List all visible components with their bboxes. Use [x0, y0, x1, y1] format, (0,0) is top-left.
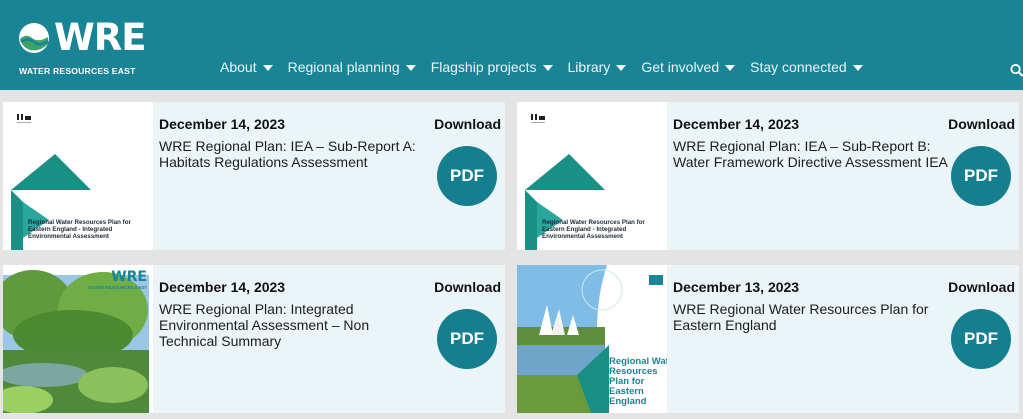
pdf-download-button[interactable]: PDF	[951, 146, 1011, 206]
nav-label: About	[220, 59, 257, 75]
chevron-down-icon	[616, 64, 627, 71]
nav-about[interactable]: About	[220, 59, 273, 75]
report-cover-thumbnail[interactable]: WRE WATER RESOURCES EAST	[3, 265, 153, 413]
document-card: Regional Water Resources Plan for Easter…	[3, 102, 505, 250]
nav-label: Stay connected	[750, 59, 847, 75]
cover-title: Regional Water Resources Plan for Easter…	[542, 219, 645, 240]
document-title[interactable]: WRE Regional Water Resources Plan for Ea…	[673, 301, 943, 333]
water-drop-logo-icon	[19, 23, 49, 53]
download-label: Download	[948, 116, 1015, 132]
nav-library[interactable]: Library	[568, 59, 627, 75]
nav-label: Regional planning	[287, 59, 400, 75]
wre-logo[interactable]: WRE WATER RESOURCES EAST	[18, 16, 147, 78]
document-title[interactable]: WRE Regional Plan: IEA – Sub-Report B: W…	[673, 138, 948, 170]
site-header: WRE WATER RESOURCES EAST About Regional …	[0, 0, 1023, 90]
logo-wordmark: WRE	[54, 16, 147, 59]
publish-date: December 13, 2023	[673, 279, 800, 295]
cover-logo-text: WRE	[111, 269, 147, 285]
cover-title: Regional Water Resources Plan for Easter…	[609, 356, 667, 407]
download-label: Download	[434, 116, 501, 132]
nav-label: Get involved	[641, 59, 720, 75]
report-cover-thumbnail[interactable]: Regional Water Resources Plan for Easter…	[517, 102, 667, 250]
report-cover-thumbnail[interactable]: Regional Water Resources Plan for Easter…	[3, 102, 153, 250]
wre-cover-logo: WRE WATER RESOURCES EAST	[88, 269, 147, 290]
cover-title: Regional Water Resources Plan for Easter…	[28, 219, 131, 240]
logo-tagline: WATER RESOURCES EAST	[19, 66, 136, 76]
chevron-down-icon	[542, 64, 553, 71]
cover-logo-tagline: WATER RESOURCES EAST	[88, 285, 147, 290]
nav-label: Library	[567, 59, 611, 75]
publish-date: December 14, 2023	[673, 116, 800, 132]
nav-stay-connected[interactable]: Stay connected	[750, 59, 863, 75]
pdf-download-button[interactable]: PDF	[951, 309, 1011, 369]
download-label: Download	[948, 279, 1015, 295]
pdf-download-button[interactable]: PDF	[437, 146, 497, 206]
chevron-down-icon	[725, 64, 736, 71]
nav-regional-planning[interactable]: Regional planning	[288, 59, 416, 75]
publish-date: December 14, 2023	[159, 279, 286, 295]
report-cover-thumbnail[interactable]: Regional Water Resources Plan for Easter…	[517, 265, 667, 413]
publish-date: December 14, 2023	[159, 116, 286, 132]
document-card: WRE WATER RESOURCES EAST December 14, 20…	[3, 265, 505, 413]
document-title[interactable]: WRE Regional Plan: IEA – Sub-Report A: H…	[159, 138, 421, 170]
chevron-down-icon	[852, 64, 863, 71]
download-label: Download	[434, 279, 501, 295]
main-nav: About Regional planning Flagship project…	[220, 58, 878, 76]
chevron-down-icon	[262, 64, 273, 71]
search-icon[interactable]	[1010, 63, 1023, 77]
chevron-down-icon	[405, 64, 416, 71]
document-title[interactable]: WRE Regional Plan: Integrated Environmen…	[159, 301, 429, 349]
pdf-download-button[interactable]: PDF	[437, 309, 497, 369]
document-card: Regional Water Resources Plan for Easter…	[517, 102, 1019, 250]
nav-flagship-projects[interactable]: Flagship projects	[431, 59, 553, 75]
nav-label: Flagship projects	[430, 59, 537, 75]
nav-get-involved[interactable]: Get involved	[641, 59, 736, 75]
document-card: Regional Water Resources Plan for Easter…	[517, 265, 1019, 413]
